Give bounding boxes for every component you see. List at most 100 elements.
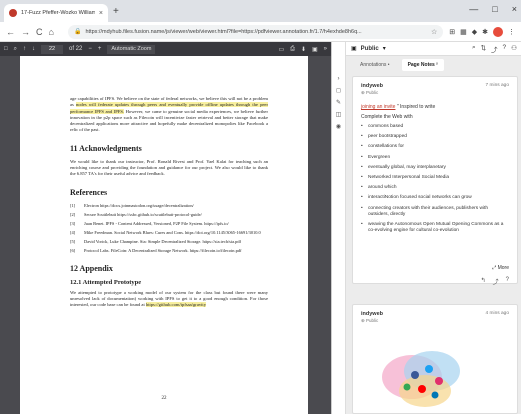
more-button[interactable]: ⤢ More [492,265,509,271]
back-button[interactable]: ← [6,27,15,37]
notes-icon[interactable]: ◻ [336,87,341,94]
page-number-input[interactable]: 22 [41,44,63,54]
browser-tab-bar: 17-Fuzz Pfeffer-Wozko Williams... × + — … [0,0,521,22]
next-page-icon[interactable]: ↓ [32,46,35,52]
list-item: connecting creators with their audiences… [361,206,509,218]
sidebar-tabs: Annotations • Page Notes ² [354,59,444,71]
list-item: commons based [361,124,509,130]
cast-icon[interactable]: ⊞ [449,28,455,36]
timestamp[interactable]: 4 mins ago [486,311,509,317]
reload-button[interactable]: C [36,27,43,37]
user-icon[interactable]: ⚇ [511,44,517,54]
page-number: 22 [161,396,167,401]
pdf-page[interactable]: age capabilities of IPFS. We believe on … [20,56,308,414]
address-toolbar: ← → C ⌂ 🔒 https://mdyhub.files.fusion.na… [0,22,521,42]
forward-button[interactable]: → [21,27,30,37]
previous-page-icon[interactable]: ↑ [23,46,26,52]
list-item: around which [361,185,509,191]
zoom-select[interactable]: Automatic Zoom [107,44,156,54]
venn-diagram-image [382,351,460,407]
annotate-icon[interactable]: ✎ [336,99,341,106]
find-icon[interactable]: ⌕ [14,46,17,53]
subsection-heading: 12.1 Attempted Prototype [70,278,142,286]
tab-annotations[interactable]: Annotations • [354,59,396,71]
pdf-favicon-icon [9,9,17,17]
group-label: ⊕ Public [361,318,379,323]
url-text[interactable]: https://mdyhub.files.fusion.name/js/view… [85,29,426,35]
menu-icon[interactable]: ⋮ [508,28,515,36]
annotation-card[interactable]: indyweb 4 mins ago ⊕ Public [352,304,518,414]
tools-icon[interactable]: » [324,46,327,53]
card-header: indyweb 4 mins ago [361,311,509,317]
visibility-icon[interactable]: ◉ [336,123,341,130]
nav-buttons: ← → C ⌂ [0,27,68,37]
group-selector[interactable]: Public [361,46,379,52]
reference-item: [3] Juan Benet. IPFS - Content Addressed,… [70,220,229,226]
minimize-button[interactable]: — [469,4,478,14]
collapse-icon[interactable]: › [338,76,340,82]
url-bar[interactable]: 🔒 https://mdyhub.files.fusion.name/js/vi… [68,24,444,39]
presentation-icon[interactable]: ▭ [278,46,284,53]
pdf-right-tools: ▭ ⎙ ⬇ ▣ » [278,46,327,53]
reference-item: [1] Electron https://docs.joinmastodon.or… [70,202,194,208]
zoom-in-icon[interactable]: + [98,46,102,52]
page-total: of 22 [69,46,83,52]
annotation-card[interactable]: indyweb 7 mins ago ⊕ Public joining an i… [352,76,518,286]
star-icon[interactable]: ☆ [431,28,437,36]
puzzle-icon[interactable]: ✱ [482,28,488,36]
references-list: [1] Electron https://docs.joinmastodon.or… [70,203,268,254]
ack-paragraph: We would like to thank our instructor, P… [70,158,268,177]
help-icon[interactable]: ? [506,277,509,286]
share-icon[interactable]: ⤴ [493,277,499,286]
extension-icon[interactable]: ▦ [460,28,467,36]
section-heading: 11 Acknowledgments [70,143,142,153]
hypothesis-logo-icon: ▣ [351,46,357,52]
new-tab-button[interactable]: + [113,6,119,17]
bookmark-icon[interactable]: ▣ [312,46,318,53]
help-icon[interactable]: ? [503,44,507,54]
highlight[interactable]: https://github.com/ipfsaa/gravity [145,302,206,308]
reference-item: [5] David Vorick, Luke Champine. Sia: Sim… [70,238,242,244]
lock-icon[interactable]: 🔒 [74,28,81,35]
username[interactable]: indyweb [361,311,383,317]
sidebar-header-icons: ⌕ ⇅ ⤴ ? ⚇ [472,44,517,54]
sidebar-strip: › ◻ ✎ ◫ ◉ [332,42,346,414]
sidebar-header: ▣ Public ▾ ⌕ ⇅ ⤴ ? ⚇ [346,42,521,56]
username[interactable]: indyweb [361,83,383,89]
profile-avatar[interactable] [493,26,503,37]
shield-icon[interactable]: ◆ [472,28,477,36]
reply-line: joining an invite " Inspired to write [361,104,436,110]
tab-close-icon[interactable]: × [99,10,103,17]
list-item: interactiNotion focused social networks … [361,195,509,201]
pdf-toolbar: □ ⌕ ↑ ↓ 22 of 22 − + Automatic Zoom ▭ ⎙ … [0,42,331,56]
references-heading: References [70,187,108,197]
card-header: indyweb 7 mins ago [361,83,509,89]
list-item: Evergreen [361,155,509,161]
sort-icon[interactable]: ⇅ [481,44,486,54]
print-icon[interactable]: ⎙ [290,46,295,53]
list-item: eventually global, may interplanetary [361,165,509,171]
annotation-sidebar: › ◻ ✎ ◫ ◉ ▣ Public ▾ ⌕ ⇅ ⤴ ? ⚇ Annotatio… [331,42,521,414]
sidebar-toggle-icon[interactable]: □ [4,46,8,52]
highlight-icon[interactable]: ◫ [336,111,342,118]
reference-item: [6] Protocol Labs. FileCoin: A Decentrali… [70,247,242,253]
tab-page-notes[interactable]: Page Notes ² [401,59,444,71]
reply-icon[interactable]: ↰ [481,277,486,286]
tab-title: 17-Fuzz Pfeffer-Wozko Williams... [21,10,95,16]
maximize-button[interactable]: □ [492,4,497,14]
browser-tab[interactable]: 17-Fuzz Pfeffer-Wozko Williams... × [4,4,108,22]
search-icon[interactable]: ⌕ [472,44,476,54]
download-icon[interactable]: ⬇ [301,46,306,53]
pdf-viewer-area[interactable]: age capabilities of IPFS. We believe on … [0,56,331,414]
chevron-down-icon[interactable]: ▾ [383,45,386,52]
group-label: ⊕ Public [361,90,379,95]
timestamp[interactable]: 7 mins ago [486,83,509,89]
home-button[interactable]: ⌂ [49,27,54,37]
invite-link[interactable]: joining an invite [361,104,395,110]
close-window-button[interactable]: × [512,4,517,14]
share-icon[interactable]: ⤴ [491,44,498,54]
list-item: peer bootstrapped [361,134,509,140]
card-actions: ↰ ⤴ ? [481,277,509,286]
zoom-out-icon[interactable]: − [88,46,92,52]
reference-item: [4] Mike Freedman. Social Network Blues: … [70,229,261,235]
